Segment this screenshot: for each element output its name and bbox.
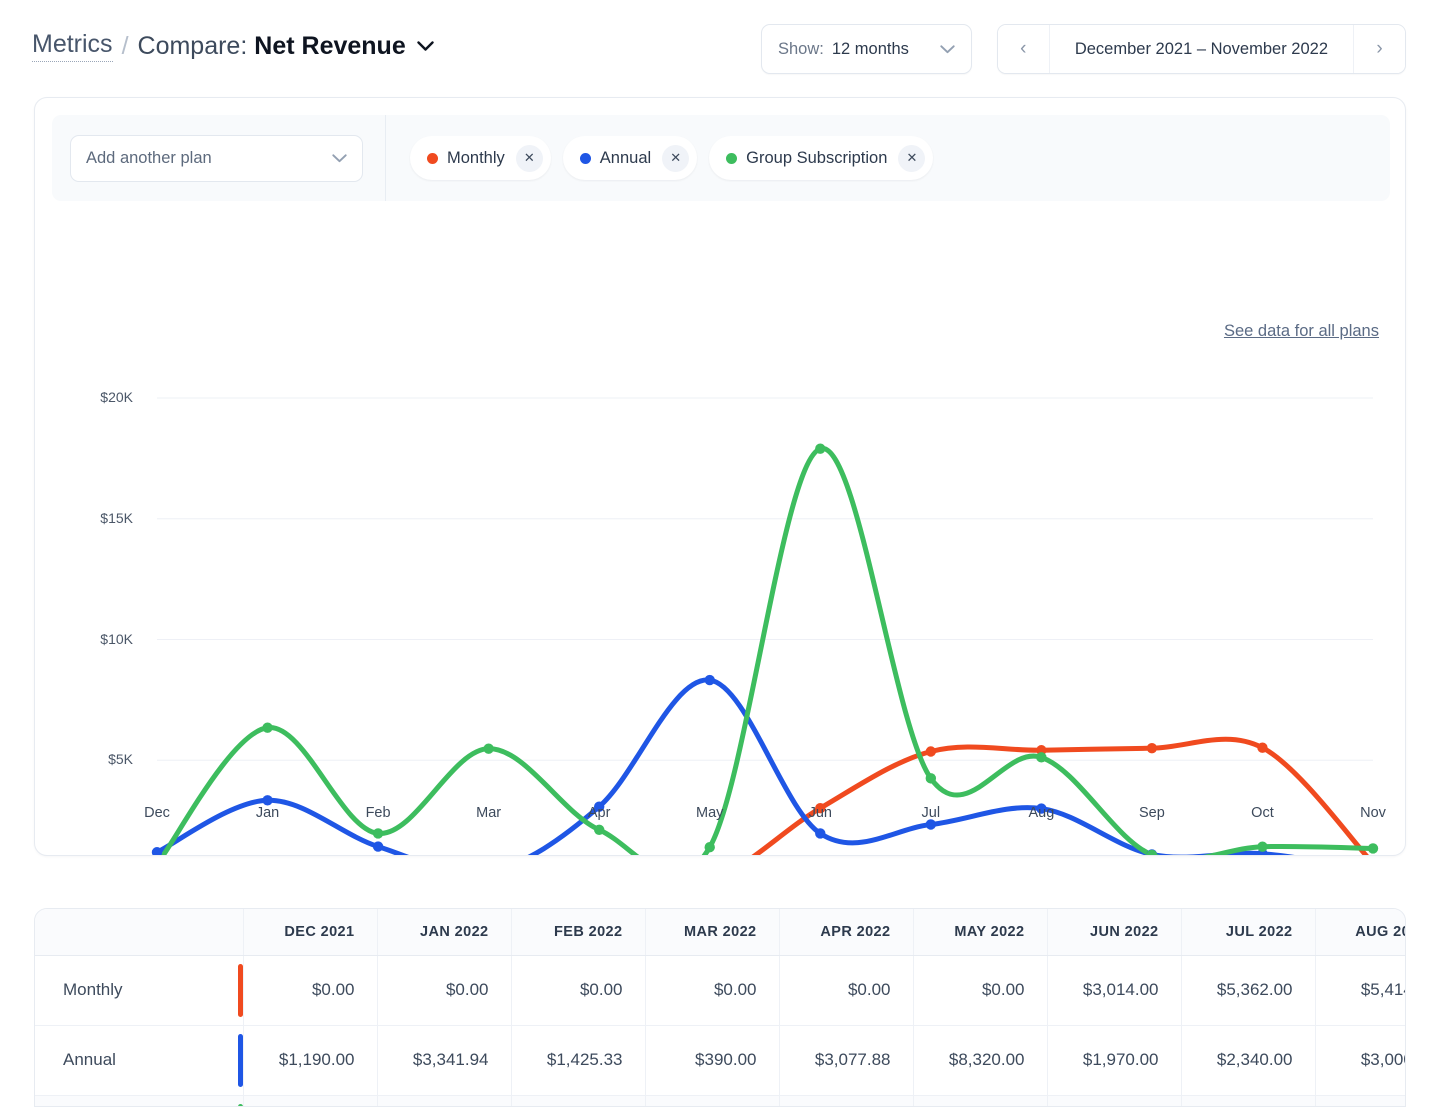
page-header: Metrics / Compare: Net Revenue Show: 12 … (0, 0, 1440, 98)
table-cell: $3,000.0 (1315, 1025, 1406, 1095)
table-column-header: MAY 2022 (913, 909, 1047, 955)
table-cell (779, 1095, 913, 1107)
table-corner-cell (35, 909, 243, 955)
table-row: Annual$1,190.00$3,341.94$1,425.33$390.00… (35, 1025, 1406, 1095)
x-axis-tick-label: Aug (1006, 805, 1076, 821)
table-column-header: JAN 2022 (377, 909, 511, 955)
table-cell (511, 1095, 645, 1107)
table-column-header: AUG 2022 (1315, 909, 1406, 955)
table-cell: $0.00 (645, 955, 779, 1025)
y-axis-tick-label: $20K (73, 389, 133, 405)
breadcrumb-metrics-link[interactable]: Metrics (32, 30, 113, 62)
table-cell: $0.00 (779, 955, 913, 1025)
table-row-label: Monthly (35, 955, 243, 1025)
table-column-header: APR 2022 (779, 909, 913, 955)
table-column-header: JUL 2022 (1181, 909, 1315, 955)
x-axis-tick-label: Sep (1117, 805, 1187, 821)
table-cell (243, 1095, 377, 1107)
table-cell (1047, 1095, 1181, 1107)
data-table-container[interactable]: DEC 2021JAN 2022FEB 2022MAR 2022APR 2022… (34, 908, 1406, 1107)
x-axis-tick-label: Jun (785, 805, 855, 821)
line-chart-plot[interactable]: $0$5K$10K$15K$20KDecJanFebMarAprMayJunJu… (35, 98, 1406, 856)
series-color-bar (238, 1034, 243, 1087)
table-cell: $5,362.00 (1181, 955, 1315, 1025)
table-cell: $0.00 (913, 955, 1047, 1025)
table-body: Monthly$0.00$0.00$0.00$0.00$0.00$0.00$3,… (35, 955, 1406, 1107)
table-header-row: DEC 2021JAN 2022FEB 2022MAR 2022APR 2022… (35, 909, 1406, 955)
table-cell: $1,970.00 (1047, 1025, 1181, 1095)
x-axis-tick-label: Nov (1338, 805, 1406, 821)
x-axis-tick-label: May (675, 805, 745, 821)
y-axis-tick-label: $5K (73, 751, 133, 767)
table-cell (1181, 1095, 1315, 1107)
table-cell: $5,414.0 (1315, 955, 1406, 1025)
table-cell (1315, 1095, 1406, 1107)
page-title: Net Revenue (254, 32, 405, 61)
show-range-select[interactable]: Show: 12 months (761, 24, 972, 74)
table-column-header: DEC 2021 (243, 909, 377, 955)
table-column-header: FEB 2022 (511, 909, 645, 955)
x-axis-tick-label: Dec (122, 805, 192, 821)
date-range-next-button[interactable]: › (1353, 25, 1405, 73)
table-row: Monthly$0.00$0.00$0.00$0.00$0.00$0.00$3,… (35, 955, 1406, 1025)
x-axis-tick-label: Jul (896, 805, 966, 821)
chevron-down-icon (940, 40, 955, 59)
x-axis-tick-label: Feb (343, 805, 413, 821)
table-cell: $3,014.00 (1047, 955, 1181, 1025)
x-axis-tick-label: Oct (1227, 805, 1297, 821)
chevron-down-icon[interactable] (417, 30, 434, 59)
table-cell (913, 1095, 1047, 1107)
breadcrumb-separator: / (122, 32, 129, 61)
table-column-header: MAR 2022 (645, 909, 779, 955)
x-axis-tick-label: Mar (454, 805, 524, 821)
table-cell: $1,425.33 (511, 1025, 645, 1095)
y-axis-tick-label: $10K (73, 631, 133, 647)
table-cell: $1,190.00 (243, 1025, 377, 1095)
table-cell: $0.00 (377, 955, 511, 1025)
metrics-data-table: DEC 2021JAN 2022FEB 2022MAR 2022APR 2022… (35, 909, 1406, 1107)
table-cell (645, 1095, 779, 1107)
date-range-label[interactable]: December 2021 – November 2022 (1050, 25, 1353, 73)
show-range-value: 12 months (832, 40, 909, 59)
date-range-navigator: ‹ December 2021 – November 2022 › (997, 24, 1406, 74)
table-cell: $2,340.00 (1181, 1025, 1315, 1095)
table-cell: $390.00 (645, 1025, 779, 1095)
table-row-label (35, 1095, 243, 1107)
breadcrumb: Metrics / Compare: Net Revenue (32, 30, 434, 62)
table-cell: $0.00 (511, 955, 645, 1025)
table-cell (377, 1095, 511, 1107)
series-color-bar (238, 1104, 243, 1107)
table-column-header: JUN 2022 (1047, 909, 1181, 955)
table-row (35, 1095, 1406, 1107)
series-color-bar (238, 964, 243, 1017)
breadcrumb-compare-label: Compare: (138, 32, 248, 61)
table-cell: $8,320.00 (913, 1025, 1047, 1095)
x-axis-tick-label: Apr (564, 805, 634, 821)
date-range-prev-button[interactable]: ‹ (998, 25, 1050, 73)
chart-card: Add another plan Monthly✕Annual✕Group Su… (34, 97, 1406, 856)
show-range-label: Show: (778, 40, 824, 59)
table-cell: $3,077.88 (779, 1025, 913, 1095)
x-axis-tick-label: Jan (233, 805, 303, 821)
table-cell: $3,341.94 (377, 1025, 511, 1095)
table-row-label: Annual (35, 1025, 243, 1095)
table-cell: $0.00 (243, 955, 377, 1025)
y-axis-tick-label: $15K (73, 510, 133, 526)
